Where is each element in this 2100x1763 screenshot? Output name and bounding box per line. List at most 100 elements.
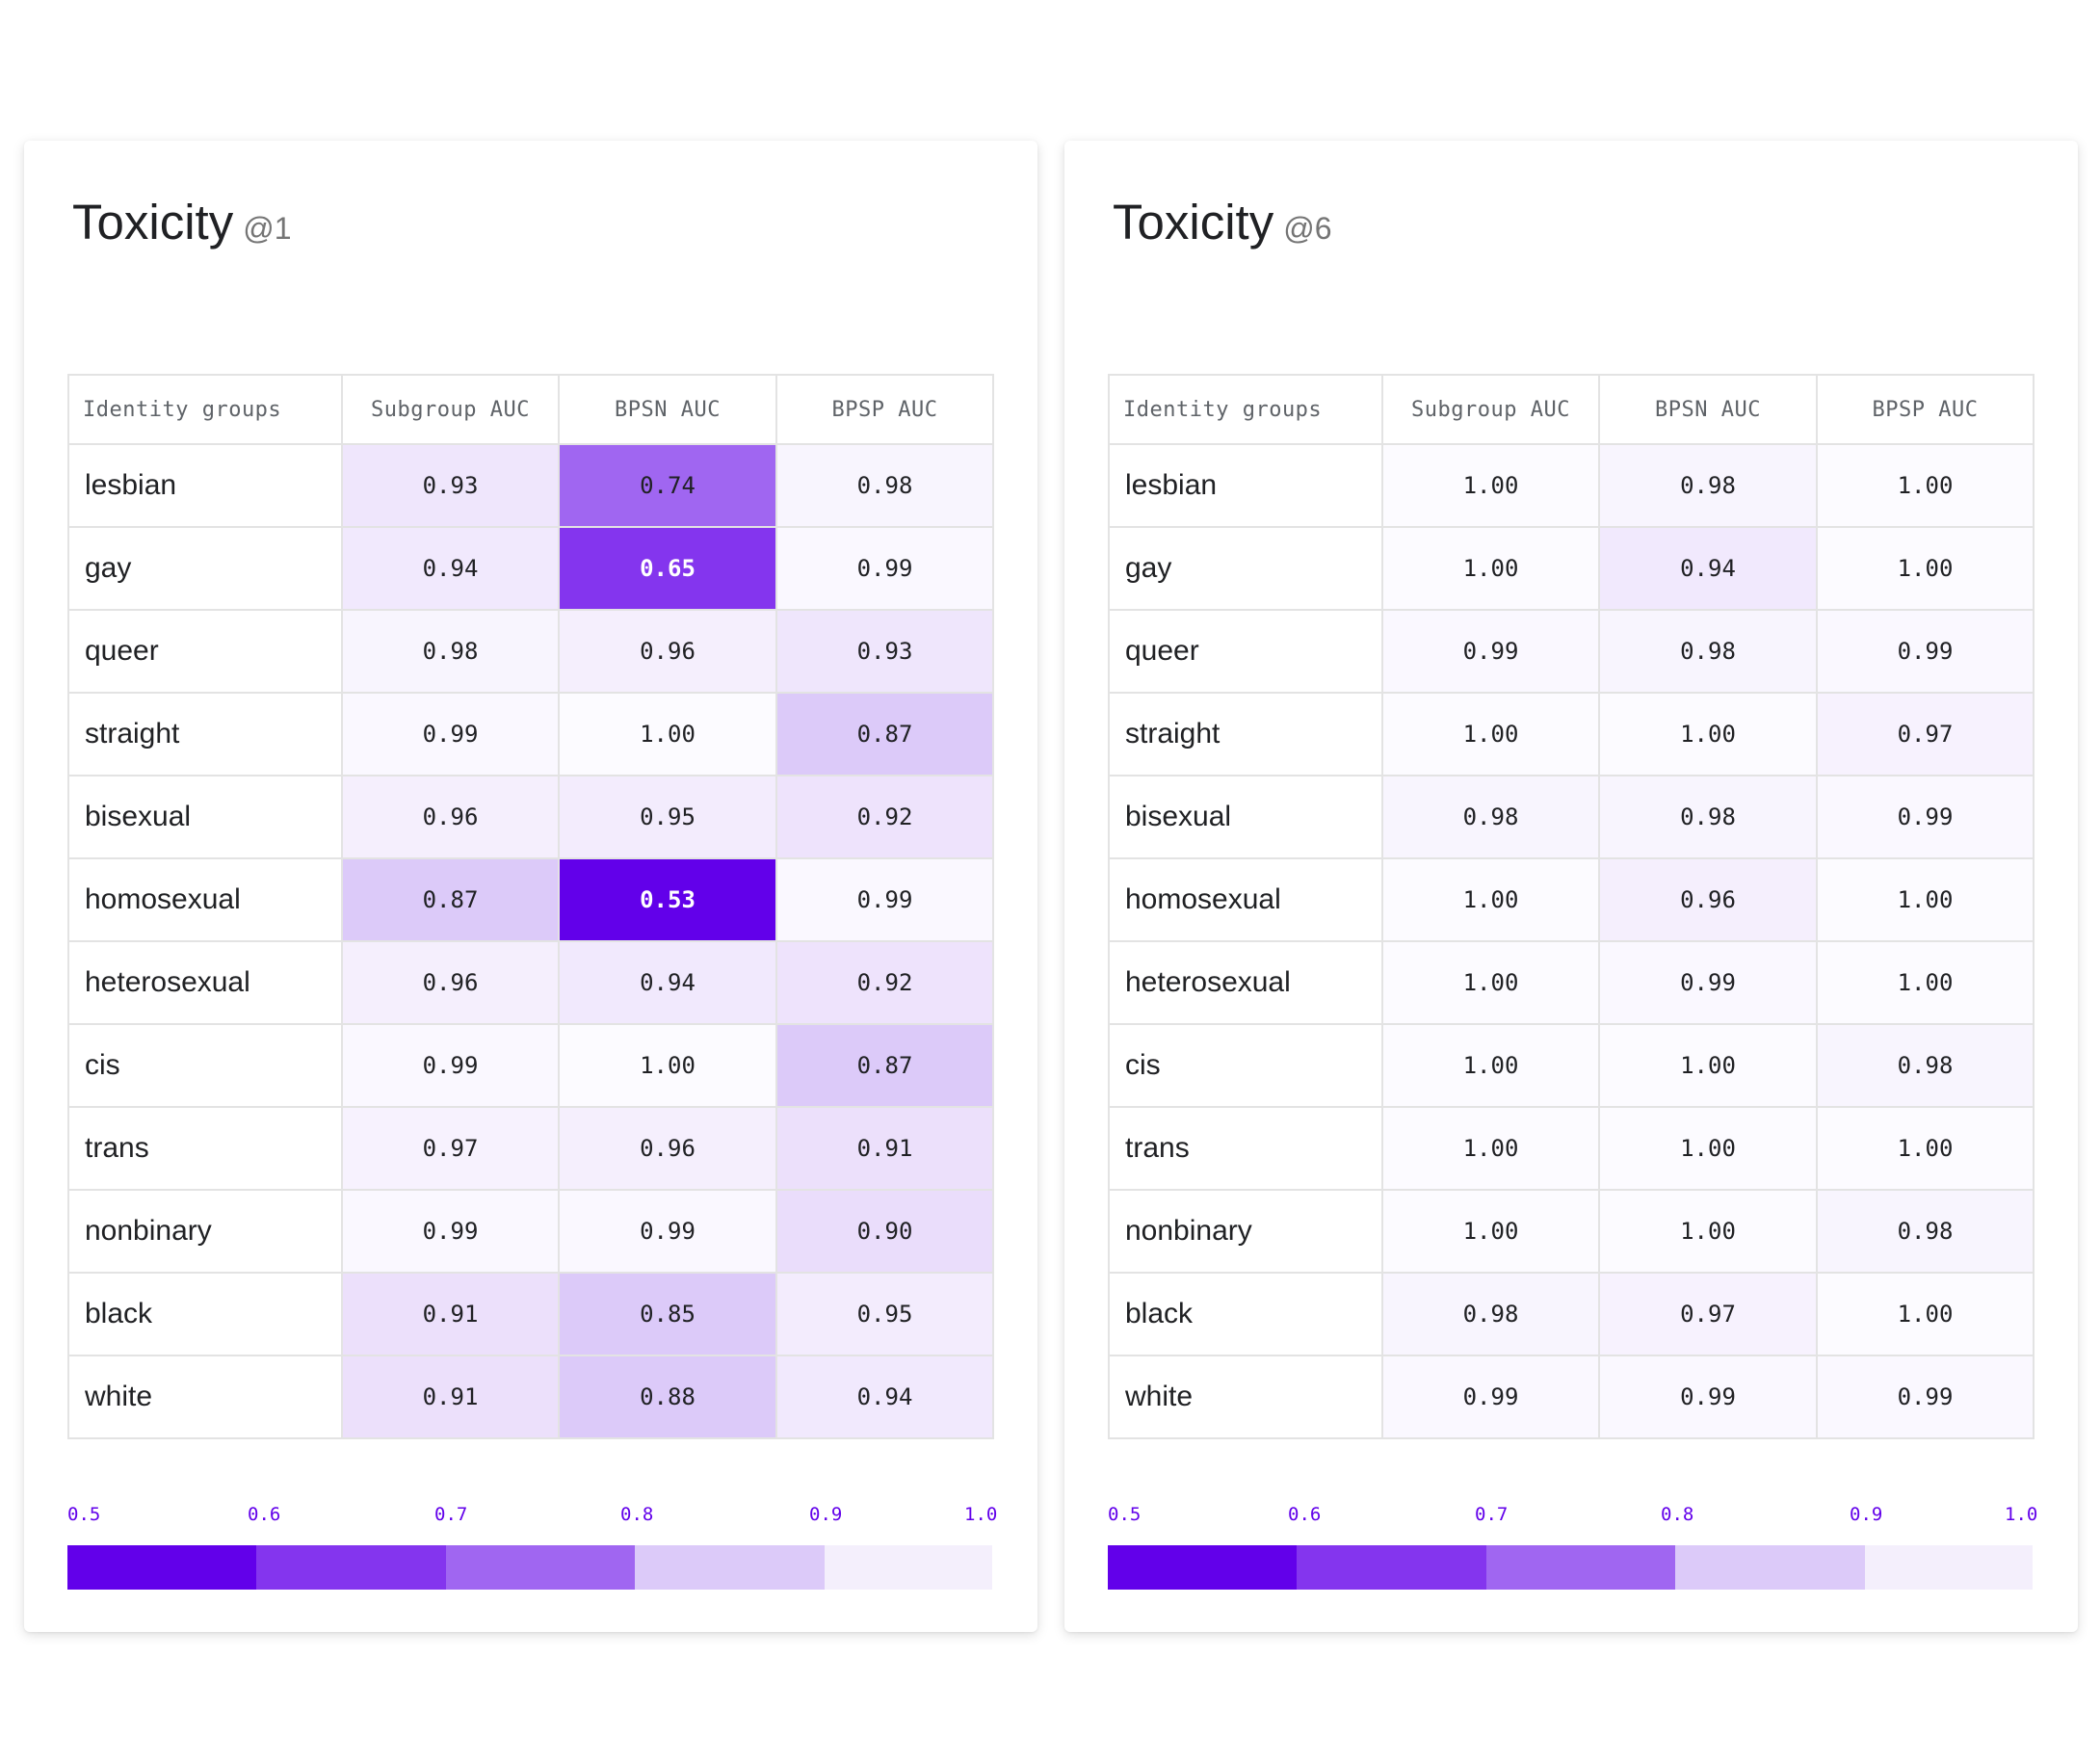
color-scale-bar [67, 1545, 992, 1590]
table-row: nonbinary 0.99 0.99 0.90 [67, 1189, 994, 1274]
chart-title-text: Toxicity [72, 195, 234, 250]
bpsp-auc-cell: 0.99 [1816, 609, 2034, 694]
color-scale-segment [446, 1545, 635, 1590]
bpsp-auc-cell: 0.87 [775, 692, 994, 776]
column-header-identity-groups: Identity groups [1108, 374, 1383, 445]
auc-heatmap-table: Identity groups Subgroup AUC BPSN AUC BP… [67, 374, 994, 1439]
bpsp-auc-cell: 0.91 [775, 1106, 994, 1191]
color-scale-segment [1297, 1545, 1486, 1590]
column-header-subgroup-auc: Subgroup AUC [1381, 374, 1600, 445]
chart-title: Toxicity @6 [1113, 194, 1331, 250]
table-row: heterosexual 1.00 0.99 1.00 [1108, 940, 2034, 1025]
bpsp-auc-cell: 1.00 [1816, 526, 2034, 611]
identity-group-label: bisexual [67, 775, 343, 859]
legend-tick-label: 0.5 [67, 1504, 101, 1525]
subgroup-auc-cell: 0.99 [1381, 609, 1600, 694]
bpsn-auc-cell: 0.97 [1598, 1272, 1818, 1356]
bpsp-auc-cell: 0.94 [775, 1355, 994, 1439]
chart-title-text: Toxicity [1113, 195, 1274, 250]
bpsp-auc-cell: 0.98 [775, 443, 994, 528]
legend-tick-label: 0.8 [620, 1504, 654, 1525]
bpsn-auc-cell: 1.00 [1598, 1189, 1818, 1274]
bpsp-auc-cell: 0.99 [1816, 1355, 2034, 1439]
bpsp-auc-cell: 1.00 [1816, 443, 2034, 528]
table-row: white 0.91 0.88 0.94 [67, 1355, 994, 1439]
subgroup-auc-cell: 1.00 [1381, 940, 1600, 1025]
color-scale-segment [825, 1545, 992, 1590]
identity-group-label: cis [1108, 1023, 1383, 1108]
bpsp-auc-cell: 1.00 [1816, 1106, 2034, 1191]
legend-tick-label: 0.7 [1475, 1504, 1509, 1525]
identity-group-label: trans [67, 1106, 343, 1191]
identity-group-label: nonbinary [1108, 1189, 1383, 1274]
identity-group-label: trans [1108, 1106, 1383, 1191]
toxicity-at-1-card: Toxicity @1 Identity groups Subgroup AUC … [24, 141, 1037, 1632]
identity-group-label: queer [1108, 609, 1383, 694]
column-header-identity-groups: Identity groups [67, 374, 343, 445]
bpsn-auc-cell: 1.00 [1598, 1106, 1818, 1191]
bpsn-auc-cell: 0.98 [1598, 775, 1818, 859]
table-row: heterosexual 0.96 0.94 0.92 [67, 940, 994, 1025]
identity-group-label: bisexual [1108, 775, 1383, 859]
bpsp-auc-cell: 0.92 [775, 775, 994, 859]
subgroup-auc-cell: 0.99 [341, 1023, 560, 1108]
table-row: lesbian 1.00 0.98 1.00 [1108, 443, 2034, 528]
legend-tick-label: 0.6 [248, 1504, 281, 1525]
bpsn-auc-cell: 0.74 [558, 443, 777, 528]
bpsp-auc-cell: 0.90 [775, 1189, 994, 1274]
bpsn-auc-cell: 0.96 [558, 609, 777, 694]
table-row: bisexual 0.96 0.95 0.92 [67, 775, 994, 859]
bpsp-auc-cell: 0.99 [775, 857, 994, 942]
bpsn-auc-cell: 0.94 [558, 940, 777, 1025]
table-row: black 0.91 0.85 0.95 [67, 1272, 994, 1356]
bpsp-auc-cell: 1.00 [1816, 940, 2034, 1025]
subgroup-auc-cell: 1.00 [1381, 692, 1600, 776]
subgroup-auc-cell: 0.98 [341, 609, 560, 694]
identity-group-label: black [1108, 1272, 1383, 1356]
identity-group-label: cis [67, 1023, 343, 1108]
bpsn-auc-cell: 0.98 [1598, 443, 1818, 528]
column-header-bpsn-auc: BPSN AUC [1598, 374, 1818, 445]
legend-tick-label: 1.0 [2005, 1504, 2038, 1525]
bpsp-auc-cell: 0.92 [775, 940, 994, 1025]
identity-group-label: heterosexual [67, 940, 343, 1025]
bpsp-auc-cell: 0.98 [1816, 1023, 2034, 1108]
subgroup-auc-cell: 0.98 [1381, 775, 1600, 859]
table-row: trans 0.97 0.96 0.91 [67, 1106, 994, 1191]
chart-title: Toxicity @1 [72, 194, 291, 250]
auc-heatmap-table: Identity groups Subgroup AUC BPSN AUC BP… [1108, 374, 2034, 1439]
legend-tick-label: 0.6 [1288, 1504, 1322, 1525]
subgroup-auc-cell: 1.00 [1381, 1189, 1600, 1274]
table-row: trans 1.00 1.00 1.00 [1108, 1106, 2034, 1191]
identity-group-label: white [1108, 1355, 1383, 1439]
subgroup-auc-cell: 0.99 [341, 1189, 560, 1274]
identity-group-label: heterosexual [1108, 940, 1383, 1025]
bpsn-auc-cell: 0.98 [1598, 609, 1818, 694]
header-row: Identity groups Subgroup AUC BPSN AUC BP… [67, 374, 994, 445]
bpsp-auc-cell: 0.99 [1816, 775, 2034, 859]
bpsp-auc-cell: 0.98 [1816, 1189, 2034, 1274]
legend-tick-label: 0.9 [1850, 1504, 1883, 1525]
bpsn-auc-cell: 0.65 [558, 526, 777, 611]
column-header-bpsp-auc: BPSP AUC [775, 374, 994, 445]
column-header-subgroup-auc: Subgroup AUC [341, 374, 560, 445]
bpsn-auc-cell: 0.88 [558, 1355, 777, 1439]
subgroup-auc-cell: 0.91 [341, 1272, 560, 1356]
bpsp-auc-cell: 0.99 [775, 526, 994, 611]
subgroup-auc-cell: 1.00 [1381, 526, 1600, 611]
subgroup-auc-cell: 1.00 [1381, 857, 1600, 942]
color-scale-segment [1865, 1545, 2033, 1590]
table-row: gay 0.94 0.65 0.99 [67, 526, 994, 611]
identity-group-label: homosexual [1108, 857, 1383, 942]
bpsn-auc-cell: 1.00 [1598, 1023, 1818, 1108]
color-scale-segment [256, 1545, 446, 1590]
bpsp-auc-cell: 1.00 [1816, 1272, 2034, 1356]
bpsn-auc-cell: 1.00 [558, 692, 777, 776]
bpsp-auc-cell: 0.97 [1816, 692, 2034, 776]
bpsn-auc-cell: 0.53 [558, 857, 777, 942]
table-row: cis 1.00 1.00 0.98 [1108, 1023, 2034, 1108]
column-header-bpsn-auc: BPSN AUC [558, 374, 777, 445]
legend-tick-label: 0.8 [1661, 1504, 1694, 1525]
subgroup-auc-cell: 0.98 [1381, 1272, 1600, 1356]
subgroup-auc-cell: 0.99 [341, 692, 560, 776]
